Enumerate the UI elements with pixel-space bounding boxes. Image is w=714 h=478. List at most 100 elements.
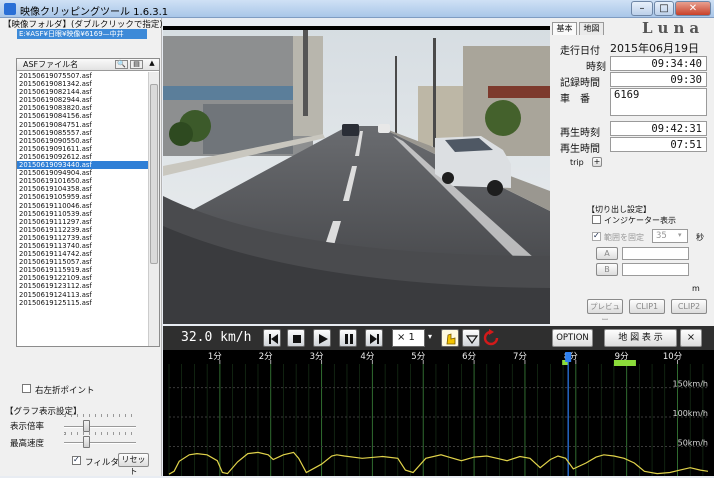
speed-graph[interactable]: 1分2分3分4分5分6分7分8分9分10分150km/h100km/h50km/… <box>163 350 714 476</box>
app-icon <box>4 3 16 15</box>
close-button[interactable]: ✕ <box>675 1 711 16</box>
play-button[interactable] <box>313 329 331 347</box>
fixed-range-select[interactable]: 35 <box>652 229 688 243</box>
clip-settings-label: 【切り出し設定】 <box>587 205 651 214</box>
file-list-item[interactable]: 20150619124113.asf <box>17 291 149 299</box>
stop-button[interactable] <box>287 329 305 347</box>
file-list-item[interactable]: 20150619101650.asf <box>17 177 149 185</box>
maximize-button[interactable]: □ <box>654 1 674 16</box>
left-panel: 【映像フォルダ】(ダブルクリックで指定) E:¥ASF¥日眼¥映像¥6169—中… <box>0 18 163 476</box>
play-time-label: 再生時刻 <box>560 128 600 139</box>
skip-forward-icon <box>370 334 379 344</box>
play-duration-field: 07:51 <box>610 137 707 152</box>
file-list[interactable]: ASFファイル名 🔍 ▤ ▲ 20150619075507.asf 2015061… <box>16 58 160 347</box>
file-list-item[interactable]: 20150619093440.asf <box>17 161 149 170</box>
fixed-range-label: 範囲を固定 <box>604 233 644 242</box>
skip-back-icon <box>269 334 278 344</box>
file-list-item[interactable]: 20150619090550.asf <box>17 137 149 145</box>
map-display-button[interactable]: 地 図 表 示 <box>604 329 677 347</box>
max-speed-slider-track[interactable] <box>64 442 136 444</box>
chevron-down-icon[interactable]: ▾ <box>678 231 682 239</box>
dashcam-image <box>163 26 550 324</box>
file-list-item[interactable]: 20150619104358.asf <box>17 185 149 193</box>
dropdown-button[interactable] <box>462 329 480 347</box>
file-list-item[interactable]: 20150619125115.asf <box>17 299 149 307</box>
file-list-item[interactable]: 20150619081342.asf <box>17 80 149 88</box>
file-list-item[interactable]: 20150619112739.asf <box>17 234 149 242</box>
playback-rate-select[interactable]: × 1 <box>392 329 425 347</box>
hand-pointer-icon <box>446 333 456 345</box>
file-list-item[interactable]: 20150619111297.asf <box>17 218 149 226</box>
file-list-item[interactable]: 20150619115057.asf <box>17 258 149 266</box>
stop-icon <box>293 335 301 343</box>
video-frame[interactable] <box>163 26 550 324</box>
speed-readout: 32.0 km/h <box>181 330 252 345</box>
file-list-item[interactable]: 20150619082144.asf <box>17 88 149 96</box>
left-right-point-checkbox[interactable] <box>22 384 31 393</box>
file-list-item[interactable]: 20150619092612.asf <box>17 153 149 161</box>
file-list-item[interactable]: 20150619112239.asf <box>17 226 149 234</box>
point-a-button[interactable]: A <box>596 247 618 260</box>
trip-add-button[interactable]: + <box>592 157 602 167</box>
file-list-item[interactable]: 20150619082944.asf <box>17 96 149 104</box>
time-field: 09:34:40 <box>610 56 707 71</box>
indicator-label: インジケーター表示 <box>604 216 676 225</box>
refresh-icon <box>483 329 499 346</box>
speed-series-line <box>168 451 709 475</box>
file-list-item[interactable]: 20150619075507.asf <box>17 72 149 80</box>
rec-time-field: 09:30 <box>610 72 707 87</box>
y-tick-label: 100km/h <box>673 409 708 418</box>
file-list-item[interactable]: 20150619110539.asf <box>17 210 149 218</box>
fixed-range-checkbox[interactable] <box>592 231 601 241</box>
file-list-item[interactable]: 20150619113740.asf <box>17 242 149 250</box>
marker-button[interactable] <box>441 329 459 347</box>
reset-button[interactable]: リセット <box>118 453 149 476</box>
scroll-up-icon[interactable]: ▲ <box>147 60 157 69</box>
skip-back-button[interactable] <box>263 329 281 347</box>
point-b-field[interactable] <box>622 263 689 276</box>
title-bar[interactable]: 映像クリッピングツール 1.6.3.1 – □ ✕ <box>0 0 714 18</box>
file-list-item[interactable]: 20150619115919.asf <box>17 266 149 274</box>
pause-button[interactable] <box>339 329 357 347</box>
meters-label: m <box>692 284 700 293</box>
file-list-item[interactable]: 20150619123112.asf <box>17 282 149 290</box>
minimize-button[interactable]: – <box>631 1 653 16</box>
display-rate-slider-track[interactable] <box>64 426 136 428</box>
display-rate-slider-thumb[interactable] <box>82 420 90 432</box>
file-list-item[interactable]: 20150619114742.asf <box>17 250 149 258</box>
indicator-checkbox[interactable] <box>592 215 601 224</box>
file-list-item[interactable]: 20150619122109.asf <box>17 274 149 282</box>
file-list-item[interactable]: 20150619105959.asf <box>17 193 149 201</box>
tab-map[interactable]: 地図 <box>579 22 604 35</box>
point-b-button[interactable]: B <box>596 263 618 276</box>
max-speed-slider-thumb[interactable] <box>82 436 90 448</box>
file-list-item[interactable]: 20150619084156.asf <box>17 112 149 120</box>
preview-button[interactable]: プレビュー <box>587 299 623 324</box>
file-list-scrollbar[interactable] <box>148 72 159 346</box>
file-list-item[interactable]: 20150619110046.asf <box>17 202 149 210</box>
tab-basic[interactable]: 基本 <box>552 22 577 35</box>
clip1-button[interactable]: CLIP1 <box>629 299 665 314</box>
refresh-button[interactable] <box>482 329 502 347</box>
clip2-button[interactable]: CLIP2 <box>671 299 707 314</box>
filter-checkbox[interactable] <box>72 455 81 465</box>
point-a-field[interactable] <box>622 247 689 260</box>
scrollbar-thumb[interactable] <box>150 84 158 264</box>
time-label: 時刻 <box>586 62 606 73</box>
file-list-item[interactable]: 20150619084751.asf <box>17 121 149 129</box>
vehicle-field: 6169 <box>610 88 707 116</box>
rate-dropdown-icon[interactable]: ▾ <box>428 332 432 341</box>
folder-path-field[interactable]: E:¥ASF¥日眼¥映像¥6169—中井 <box>17 29 147 39</box>
file-list-item[interactable]: 20150619085557.asf <box>17 129 149 137</box>
close-map-button[interactable]: × <box>680 329 702 347</box>
file-list-item[interactable]: 20150619083820.asf <box>17 104 149 112</box>
option-button[interactable]: OPTION <box>552 329 593 347</box>
play-time-field: 09:42:31 <box>610 121 707 136</box>
y-tick-label: 150km/h <box>673 380 708 389</box>
file-list-item[interactable]: 20150619091611.asf <box>17 145 149 153</box>
folder-icon[interactable]: ▤ <box>130 60 143 69</box>
right-panel: 基本 地図 Luna 走行日付 2015年06月19日 時刻 09:34:40 … <box>550 18 714 330</box>
file-list-item[interactable]: 20150619094904.asf <box>17 169 149 177</box>
skip-forward-button[interactable] <box>365 329 383 347</box>
search-icon[interactable]: 🔍 <box>115 60 128 69</box>
